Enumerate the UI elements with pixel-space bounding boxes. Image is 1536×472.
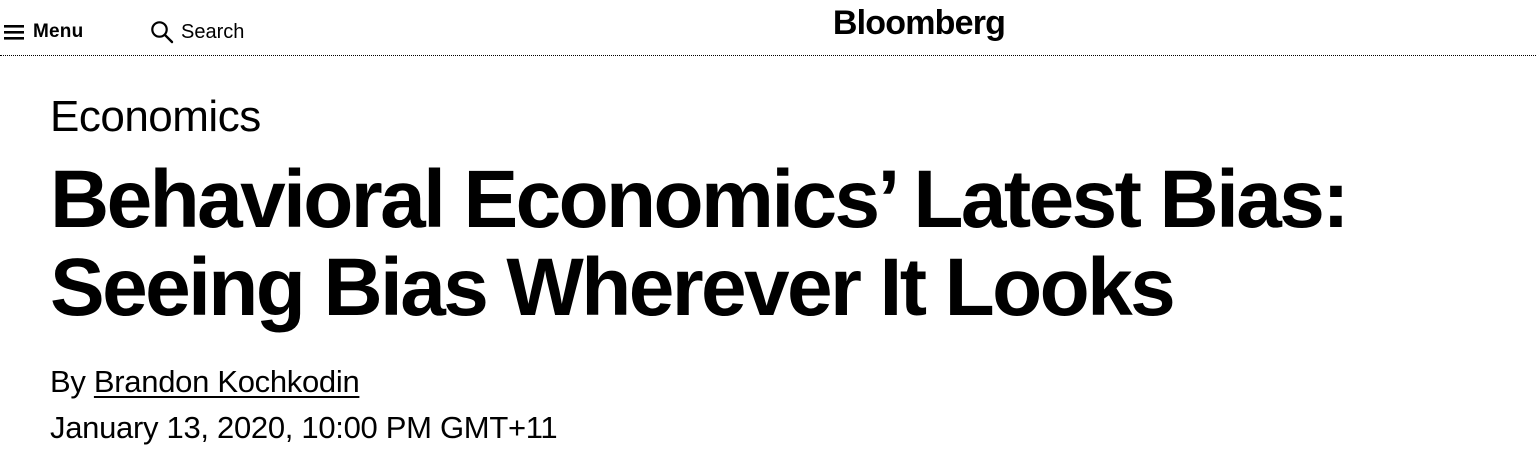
brand-logo[interactable]: Bloomberg — [0, 4, 1536, 43]
top-navigation-bar: Menu Search Bloomberg — [0, 0, 1536, 56]
article-category[interactable]: Economics — [50, 92, 261, 142]
publish-timestamp: January 13, 2020, 10:00 PM GMT+11 — [50, 410, 558, 445]
author-link[interactable]: Brandon Kochkodin — [94, 364, 360, 399]
byline-prefix: By — [50, 364, 86, 399]
article-headline: Behavioral Economics’ Latest Bias: Seein… — [50, 156, 1530, 332]
headline-line-2: Seeing Bias Wherever It Looks — [50, 242, 1176, 333]
headline-line-1: Behavioral Economics’ Latest Bias: — [50, 154, 1350, 245]
article-byline: By Brandon Kochkodin — [50, 362, 360, 402]
brand-logo-text: Bloomberg — [832, 4, 1006, 42]
